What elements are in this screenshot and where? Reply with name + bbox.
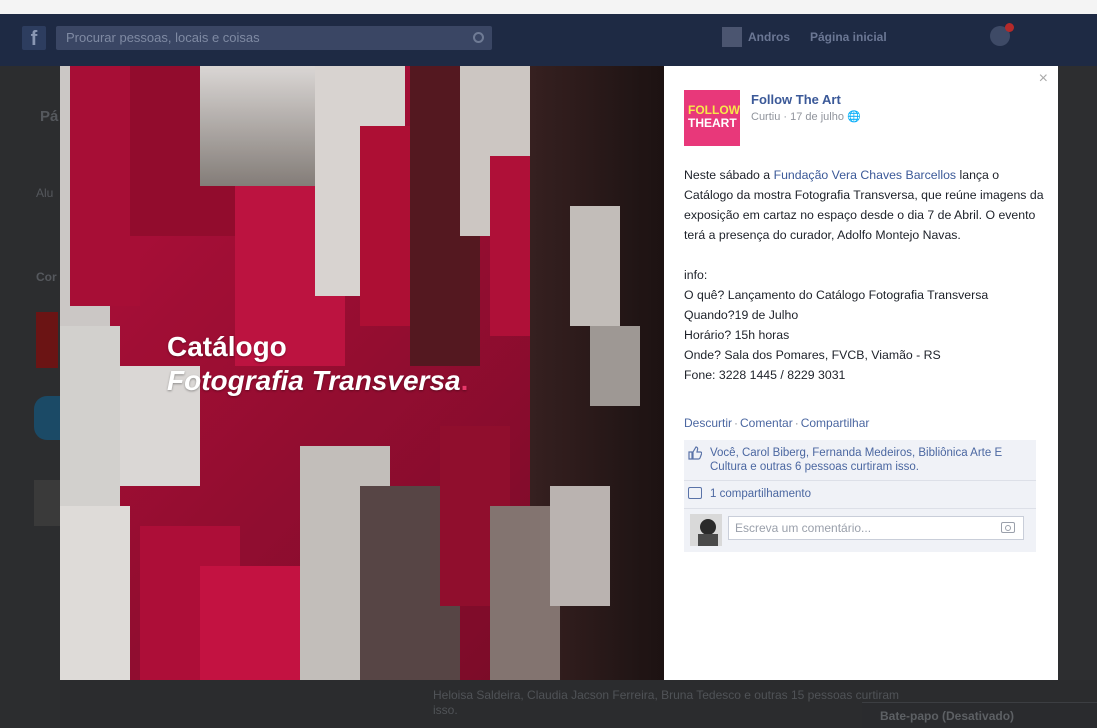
- globe-privacy-icon[interactable]: 🌐: [847, 111, 861, 123]
- notification-badge: [1005, 23, 1014, 32]
- share-button[interactable]: Compartilhar: [801, 416, 870, 430]
- photo-caption-line1: Catálogo: [167, 331, 287, 362]
- comment-placeholder: Escreva um comentário...: [735, 521, 872, 535]
- feedback-box: Você, Carol Biberg, Fernanda Medeiros, B…: [684, 440, 1036, 552]
- commenter-avatar: [690, 514, 722, 546]
- info-phone: Fone: 3228 1445 / 8229 3031: [684, 368, 846, 382]
- facebook-logo-icon[interactable]: f: [22, 26, 46, 50]
- camera-icon[interactable]: [1001, 522, 1015, 533]
- background-thumbnail-2: [34, 396, 60, 440]
- nav-profile-link[interactable]: Andros: [748, 30, 790, 44]
- unlike-button[interactable]: Descurtir: [684, 416, 732, 430]
- post-meta-text: Curtiu · 17 de julho: [751, 111, 844, 123]
- background-thumbnail: [36, 312, 58, 368]
- foundation-link[interactable]: Fundação Vera Chaves Barcellos: [774, 168, 957, 182]
- page-name-link[interactable]: Follow The Art: [751, 92, 841, 107]
- share-count-icon: [688, 487, 702, 499]
- thumbs-up-icon: [688, 446, 702, 460]
- background-left-label-2: Cor: [36, 270, 57, 284]
- feedback-divider: [684, 508, 1036, 509]
- shares-count-link[interactable]: 1 compartilhamento: [710, 487, 1054, 501]
- comment-input[interactable]: Escreva um comentário...: [728, 516, 1024, 540]
- info-time: Horário? 15h horas: [684, 328, 790, 342]
- avatar-image: [690, 514, 722, 546]
- info-what: O quê? Lançamento do Catálogo Fotografia…: [684, 288, 989, 302]
- chat-bar[interactable]: Bate-papo (Desativado): [862, 702, 1097, 728]
- photo-caption: Catálogo Fotografia Transversa.: [167, 330, 468, 398]
- background-left-label: Alu: [36, 186, 54, 200]
- photo-viewer-image[interactable]: Catálogo Fotografia Transversa.: [60, 66, 664, 680]
- nav-home-link[interactable]: Página inicial: [810, 30, 887, 44]
- feedback-divider: [684, 480, 1036, 481]
- page-logo[interactable]: FOLLOW THEART: [684, 90, 740, 146]
- search-placeholder: Procurar pessoas, locais e coisas: [66, 30, 260, 45]
- post-meta: Curtiu · 17 de julho 🌐: [751, 110, 861, 123]
- browser-strip: [0, 0, 1097, 14]
- likes-summary[interactable]: Você, Carol Biberg, Fernanda Medeiros, B…: [710, 446, 1028, 474]
- profile-avatar[interactable]: [722, 27, 742, 47]
- background-tab-label: Pá: [40, 108, 59, 125]
- search-input[interactable]: Procurar pessoas, locais e coisas: [56, 26, 492, 50]
- info-label: info:: [684, 268, 708, 282]
- info-where: Onde? Sala dos Pomares, FVCB, Viamão - R…: [684, 348, 941, 362]
- post-body: Neste sábado a Fundação Vera Chaves Barc…: [684, 165, 1044, 385]
- page-logo-line2: THEART: [688, 116, 737, 130]
- comment-button[interactable]: Comentar: [740, 416, 793, 430]
- background-likes-text: Heloisa Saldeira, Claudia Jacson Ferreir…: [433, 688, 900, 717]
- close-icon[interactable]: ×: [1039, 70, 1048, 88]
- post-actions: Descurtir · Comentar · Compartilhar: [684, 416, 869, 430]
- action-separator: ·: [794, 416, 799, 430]
- search-icon[interactable]: [473, 32, 484, 43]
- background-thumbnail-3: [34, 480, 60, 526]
- info-when: Quando?19 de Julho: [684, 308, 799, 322]
- post-text-intro: Neste sábado a: [684, 168, 774, 182]
- photo-caption-title: Fotografia Transversa: [167, 365, 461, 396]
- photo-caption-dot: .: [460, 365, 469, 396]
- photo-caption-line2: Fotografia Transversa.: [167, 364, 468, 398]
- background-page-right: [1058, 66, 1097, 680]
- action-separator: ·: [734, 416, 739, 430]
- post-side-panel: × FOLLOW THEART Follow The Art Curtiu · …: [664, 66, 1058, 680]
- top-navigation-bar: f Procurar pessoas, locais e coisas Andr…: [0, 0, 1097, 66]
- notifications-globe-icon[interactable]: [990, 23, 1014, 46]
